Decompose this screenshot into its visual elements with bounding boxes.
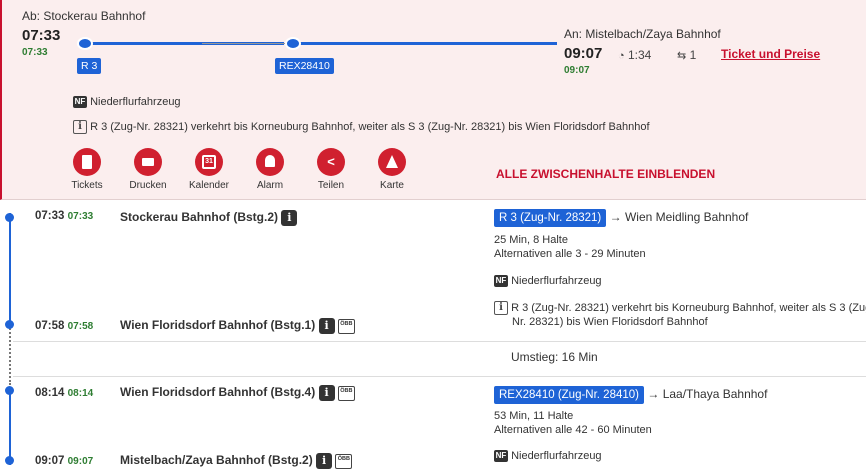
leg1-alternatives: Alternativen alle 3 - 29 Minuten — [494, 248, 646, 260]
low-floor-icon: NF — [73, 96, 87, 109]
show-all-stops-link[interactable]: ALLE ZWISCHENHALTE EINBLENDEN — [496, 167, 715, 181]
share-icon: < — [317, 148, 345, 176]
connection-detail: Ab: Stockerau Bahnhof 07:33 07:33 R 3 RE… — [0, 0, 866, 476]
train-badge[interactable]: REX28410 (Zug-Nr. 28410) — [494, 386, 644, 404]
low-floor-icon: NF — [494, 450, 508, 463]
transfer-icon: ⇆ — [677, 50, 687, 62]
leg1-low-floor: NF Niederflurfahrzeug — [494, 275, 602, 288]
alarm-button[interactable]: Alarm — [240, 148, 300, 191]
leg1-info-cont: Nr. 28321) bis Wien Floridsdorf Bahnhof — [512, 316, 708, 328]
leg1-arrival-time: 07:58 07:58 — [35, 320, 94, 332]
low-floor-icon: NF — [494, 275, 508, 288]
stop-dot — [5, 386, 14, 395]
obb-logo-icon: ÖBB — [337, 318, 355, 334]
leg1-departure-station: Stockerau Bahnhof (Bstg.2) i — [120, 210, 298, 226]
connection-summary: Ab: Stockerau Bahnhof 07:33 07:33 R 3 RE… — [0, 0, 866, 200]
leg2-alternatives: Alternativen alle 42 - 60 Minuten — [494, 424, 652, 436]
leg2-departure-station: Wien Floridsdorf Bahnhof (Bstg.4) i ÖBB — [120, 385, 355, 401]
map-icon — [378, 148, 406, 176]
info-icon[interactable]: i — [318, 385, 335, 401]
info-icon: i — [73, 120, 87, 134]
leg1-duration: 25 Min, 8 Halte — [494, 234, 568, 246]
clock-icon: ◔ — [618, 50, 625, 62]
print-button[interactable]: Drucken — [118, 148, 178, 191]
leg2-train: REX28410 (Zug-Nr. 28410) → Laa/Thaya Bah… — [494, 386, 767, 404]
leg2-low-floor: NF Niederflurfahrzeug — [494, 450, 602, 463]
route-line-leg2 — [292, 42, 557, 45]
leg-badge-rex[interactable]: REX28410 — [275, 56, 334, 74]
ticket-and-prices-link[interactable]: Ticket und Preise — [721, 47, 820, 61]
calendar-icon: 31 — [195, 148, 223, 176]
stop-dot — [5, 456, 14, 465]
leg1-departure-time: 07:33 07:33 — [35, 210, 94, 222]
share-button[interactable]: < Teilen — [301, 148, 361, 191]
departure-actual-time: 07:33 — [22, 47, 48, 58]
leg2-arrival-station: Mistelbach/Zaya Bahnhof (Bstg.2) i ÖBB — [120, 453, 353, 469]
train-badge[interactable]: R 3 (Zug-Nr. 28321) — [494, 209, 607, 227]
stop-dot — [5, 320, 14, 329]
bell-icon — [256, 148, 284, 176]
leg2-arrival-time: 09:07 09:07 — [35, 455, 94, 467]
arrival-actual-time: 09:07 — [564, 65, 590, 76]
leg1-train: R 3 (Zug-Nr. 28321) → Wien Meidling Bahn… — [494, 209, 748, 227]
leg2-duration: 53 Min, 11 Halte — [494, 410, 574, 422]
printer-icon — [134, 148, 162, 176]
info-icon[interactable]: i — [318, 318, 335, 334]
departure-time: 07:33 — [22, 27, 61, 44]
info-icon: i — [494, 301, 508, 315]
info-icon[interactable]: i — [281, 210, 298, 226]
divider — [13, 341, 866, 342]
leg2-line — [9, 390, 11, 465]
info-icon[interactable]: i — [316, 453, 333, 469]
calendar-button[interactable]: 31 Kalender — [179, 148, 239, 191]
transfer-line — [9, 325, 11, 385]
obb-logo-icon: ÖBB — [335, 453, 353, 469]
leg-badge-r3[interactable]: R 3 — [77, 56, 102, 74]
leg2-departure-time: 08:14 08:14 — [35, 387, 94, 399]
obb-logo-icon: ÖBB — [337, 385, 355, 401]
train-icon — [285, 37, 301, 50]
arrival-station-label: An: Mistelbach/Zaya Bahnhof — [564, 27, 721, 41]
leg1-info: i R 3 (Zug-Nr. 28321) verkehrt bis Korne… — [494, 301, 866, 315]
leg1-line — [9, 213, 11, 325]
tickets-button[interactable]: Tickets — [57, 148, 117, 191]
stop-dot — [5, 213, 14, 222]
route-line-transfer — [202, 43, 292, 44]
departure-station-label: Ab: Stockerau Bahnhof — [22, 9, 146, 23]
changes-count: ⇆ 1 — [677, 48, 697, 62]
info-notice: i R 3 (Zug-Nr. 28321) verkehrt bis Korne… — [73, 120, 650, 134]
leg1-arrival-station: Wien Floridsdorf Bahnhof (Bstg.1) i ÖBB — [120, 318, 355, 334]
ticket-icon — [73, 148, 101, 176]
transfer-time: Umstieg: 16 Min — [511, 350, 598, 364]
duration: ◔ 1:34 — [618, 48, 652, 62]
arrival-time: 09:07 — [564, 45, 603, 62]
map-button[interactable]: Karte — [362, 148, 422, 191]
divider — [13, 376, 866, 377]
train-icon — [77, 37, 93, 50]
low-floor-notice: NF Niederflurfahrzeug — [73, 96, 181, 109]
